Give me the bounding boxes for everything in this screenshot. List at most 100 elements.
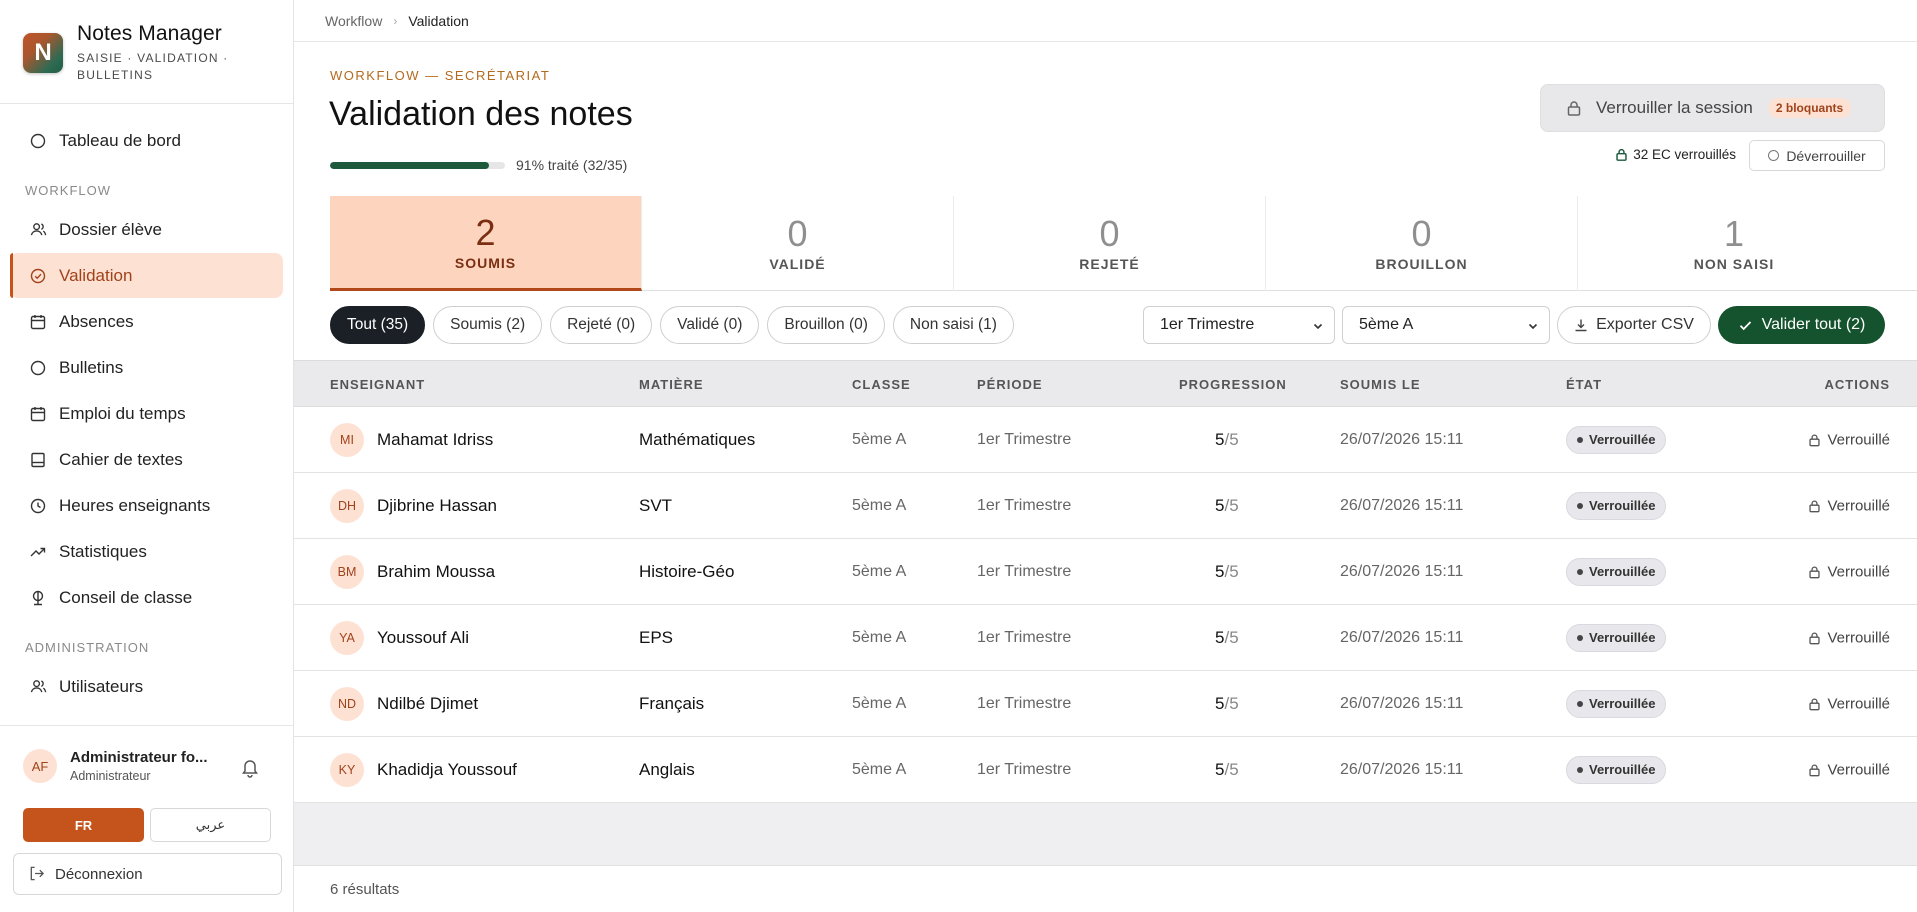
row-action-locked[interactable]: Verrouillé <box>1808 695 1890 712</box>
breadcrumb-root[interactable]: Workflow <box>325 13 382 29</box>
column-header-enseignant[interactable]: ENSEIGNANT <box>330 377 425 392</box>
class: 5ème A <box>852 430 907 448</box>
book-icon <box>29 451 47 469</box>
class-select[interactable]: 5ème A <box>1342 306 1550 344</box>
logout-label: Déconnexion <box>55 865 143 883</box>
sidebar-item-utilisateurs[interactable]: Utilisateurs <box>10 664 283 709</box>
row-action-locked[interactable]: Verrouillé <box>1808 497 1890 514</box>
sidebar-item-cahier-de-textes[interactable]: Cahier de textes <box>10 437 283 482</box>
filter-chip-non-saisi[interactable]: Non saisi (1) <box>892 306 1014 344</box>
bell-icon[interactable] <box>239 756 261 778</box>
validate-all-label: Valider tout (2) <box>1761 316 1866 333</box>
filter-chip-brouillon[interactable]: Brouillon (0) <box>767 306 885 344</box>
trending-up-icon <box>29 543 47 561</box>
filter-chip-valide[interactable]: Validé (0) <box>660 306 760 344</box>
table-header: ENSEIGNANT MATIÈRE CLASSE PÉRIODE PROGRE… <box>294 360 1917 407</box>
row-action-locked[interactable]: Verrouillé <box>1808 563 1890 580</box>
filter-chip-soumis[interactable]: Soumis (2) <box>433 306 543 344</box>
teacher-name: Ndilbé Djimet <box>377 693 479 713</box>
sidebar-item-bulletins[interactable]: Bulletins <box>10 345 283 390</box>
calendar-icon <box>29 313 47 331</box>
progression-total: /5 <box>1224 627 1239 647</box>
avatar: BM <box>330 554 364 589</box>
language-switcher: FR عربي <box>23 808 271 842</box>
subject: Histoire-Géo <box>639 561 735 581</box>
stat-tab-rejete[interactable]: 0 REJETÉ <box>954 196 1266 291</box>
sidebar-item-emploi-du-temps[interactable]: Emploi du temps <box>10 391 283 436</box>
table-empty-area <box>294 803 1917 865</box>
user-panel: AF Administrateur fo... Administrateur <box>0 725 294 783</box>
progress-fill <box>330 161 490 169</box>
row-action-locked[interactable]: Verrouillé <box>1808 629 1890 646</box>
scale-icon <box>29 589 47 607</box>
class-select-value: 5ème A <box>1359 316 1414 333</box>
users-icon <box>29 221 47 239</box>
subject: Mathématiques <box>639 429 756 449</box>
sidebar-item-label: Statistiques <box>59 541 147 561</box>
main-content: Workflow › Validation WORKFLOW — SECRÉTA… <box>294 0 1917 912</box>
table-row[interactable]: KY Khadidja Youssouf Anglais 5ème A 1er Trim… <box>294 737 1917 803</box>
lang-fr-button[interactable]: FR <box>23 808 144 842</box>
stat-tab-non-saisi[interactable]: 1 NON SAISI <box>1578 196 1890 291</box>
column-header-soumis-le[interactable]: SOUMIS LE <box>1340 377 1421 392</box>
column-header-periode[interactable]: PÉRIODE <box>977 377 1043 392</box>
column-header-etat[interactable]: ÉTAT <box>1566 377 1602 392</box>
column-header-classe[interactable]: CLASSE <box>852 377 911 392</box>
progression: 5/5 <box>1215 496 1239 516</box>
table-row[interactable]: DH Djibrine Hassan SVT 5ème A 1er Trimestre 5… <box>294 473 1917 539</box>
stat-tab-valide[interactable]: 0 VALIDÉ <box>642 196 954 291</box>
filter-chip-tout[interactable]: Tout (35) <box>330 306 426 344</box>
avatar: KY <box>330 752 364 787</box>
sidebar-item-dashboard[interactable]: Tableau de bord <box>10 118 283 163</box>
lock-icon <box>1808 433 1821 446</box>
sidebar-item-label: Tableau de bord <box>59 130 181 150</box>
dot-icon <box>1577 568 1583 575</box>
progress-text: 91% traité (32/35) <box>516 157 628 173</box>
progression-total: /5 <box>1224 561 1239 581</box>
lock-icon <box>1808 565 1821 578</box>
stat-label: REJETÉ <box>1079 256 1140 272</box>
app-logo[interactable]: N <box>23 33 63 73</box>
sidebar-item-statistiques[interactable]: Statistiques <box>10 529 283 574</box>
sidebar-item-absences[interactable]: Absences <box>10 299 283 344</box>
table-row[interactable]: MI Mahamat Idriss Mathématiques 5ème A 1er T… <box>294 407 1917 473</box>
progress: 91% traité (32/35) <box>330 157 627 173</box>
table-row[interactable]: BM Brahim Moussa Histoire-Géo 5ème A 1er Tri… <box>294 539 1917 605</box>
unlock-button[interactable]: Déverrouiller <box>1749 140 1885 171</box>
progression-total: /5 <box>1224 759 1239 779</box>
filter-chip-rejete[interactable]: Rejeté (0) <box>550 306 653 344</box>
page-eyebrow: WORKFLOW — SECRÉTARIAT <box>330 68 551 83</box>
row-action-label: Verrouillé <box>1827 431 1890 448</box>
subject: SVT <box>639 495 673 515</box>
class: 5ème A <box>852 694 907 712</box>
avatar[interactable]: AF <box>23 749 57 783</box>
period-select-value: 1er Trimestre <box>1160 316 1255 333</box>
column-header-matiere[interactable]: MATIÈRE <box>639 377 704 392</box>
app-subtitle: SAISIE · VALIDATION · BULLETINS <box>77 51 229 82</box>
sidebar-item-label: Utilisateurs <box>59 676 144 696</box>
validate-all-button[interactable]: Valider tout (2) <box>1718 306 1885 344</box>
sidebar-item-validation[interactable]: Validation <box>10 253 283 298</box>
export-csv-button[interactable]: Exporter CSV <box>1557 306 1711 344</box>
sidebar-item-dossier-eleve[interactable]: Dossier élève <box>10 207 283 252</box>
locked-count: 32 EC verrouillés <box>1615 147 1736 162</box>
column-header-progression[interactable]: PROGRESSION <box>1179 377 1287 392</box>
lang-ar-button[interactable]: عربي <box>150 808 271 842</box>
table-row[interactable]: ND Ndilbé Djimet Français 5ème A 1er Trimest… <box>294 671 1917 737</box>
lock-session-button[interactable]: Verrouiller la session 2 bloquants <box>1540 84 1885 132</box>
sidebar-item-conseil-de-classe[interactable]: Conseil de classe <box>10 575 283 620</box>
submitted-date: 26/07/2026 15:11 <box>1340 496 1464 514</box>
lock-icon <box>1808 763 1821 776</box>
logout-button[interactable]: Déconnexion <box>13 853 282 895</box>
row-action-locked[interactable]: Verrouillé <box>1808 761 1890 778</box>
status-badge: Verrouillée <box>1566 623 1667 652</box>
lock-icon <box>1808 697 1821 710</box>
table-row[interactable]: YA Youssouf Ali EPS 5ème A 1er Trimestre 5/5 2… <box>294 605 1917 671</box>
sidebar-item-heures-enseignants[interactable]: Heures enseignants <box>10 483 283 528</box>
stat-tab-soumis[interactable]: 2 SOUMIS <box>330 196 642 291</box>
period-select[interactable]: 1er Trimestre <box>1143 306 1335 344</box>
chevron-down-icon <box>1312 319 1324 331</box>
row-action-locked[interactable]: Verrouillé <box>1808 431 1890 448</box>
section-label-administration: ADMINISTRATION <box>25 640 150 655</box>
stat-tab-brouillon[interactable]: 0 BROUILLON <box>1266 196 1578 291</box>
